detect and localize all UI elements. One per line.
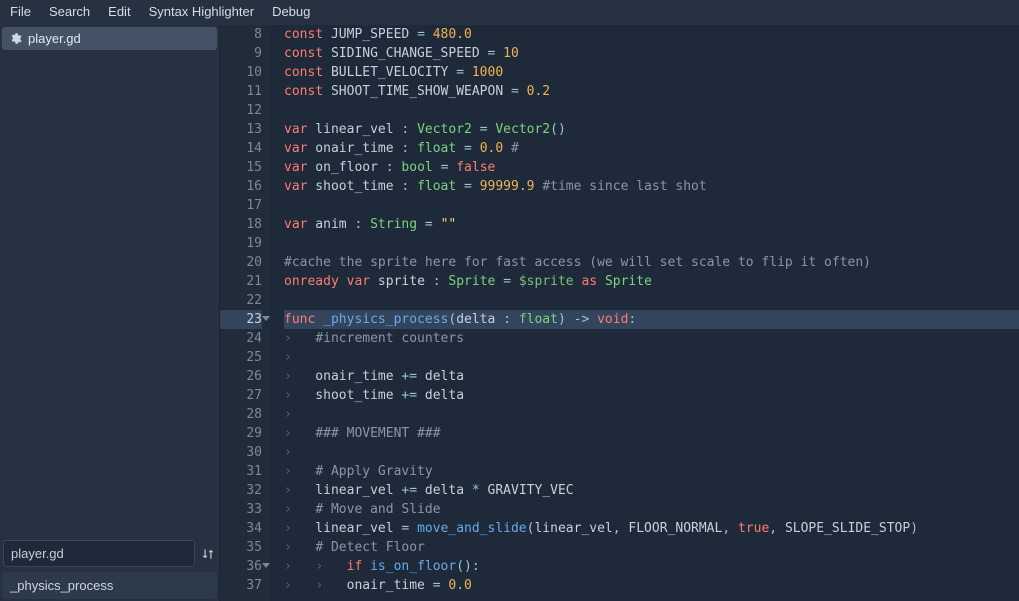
menu-debug[interactable]: Debug [272, 4, 310, 19]
gear-icon [9, 32, 22, 45]
menu-search[interactable]: Search [49, 4, 90, 19]
file-tree[interactable]: player.gd [0, 25, 219, 537]
sidebar: player.gd _physics_process [0, 25, 220, 601]
outline-item[interactable]: _physics_process [2, 572, 217, 599]
menubar: File Search Edit Syntax Highlighter Debug [0, 0, 1019, 25]
menu-edit[interactable]: Edit [108, 4, 130, 19]
menu-file[interactable]: File [10, 4, 31, 19]
menu-syntax-highlighter[interactable]: Syntax Highlighter [149, 4, 255, 19]
outline-list[interactable]: _physics_process [0, 570, 219, 601]
main-area: player.gd _physics_process 8910111213141… [0, 25, 1019, 601]
line-gutter: 8910111213141516171819202122232425262728… [220, 25, 270, 601]
file-tree-item[interactable]: player.gd [2, 27, 217, 50]
file-tree-item-label: player.gd [28, 31, 81, 46]
code-area[interactable]: const JUMP_SPEED = 480.0const SIDING_CHA… [270, 25, 1019, 601]
script-filter-input[interactable] [3, 540, 195, 567]
code-editor[interactable]: 8910111213141516171819202122232425262728… [220, 25, 1019, 601]
search-panel [0, 537, 219, 570]
sort-button[interactable] [199, 542, 216, 566]
